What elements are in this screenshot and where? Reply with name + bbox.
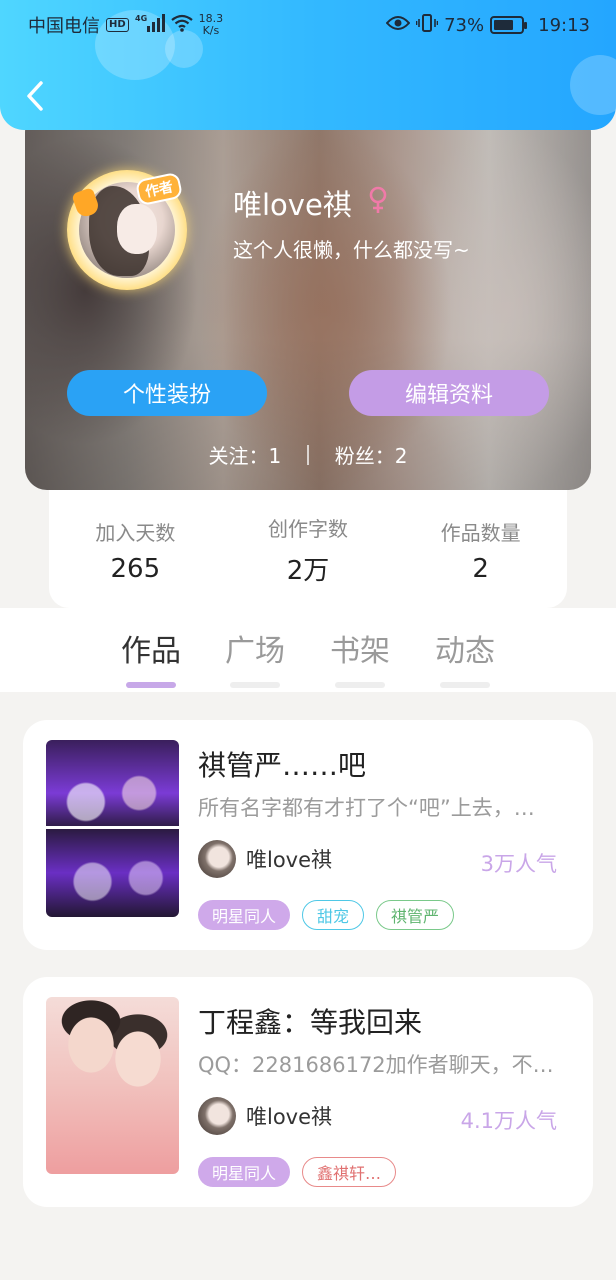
fans-count[interactable]: 粉丝：2 (335, 440, 408, 469)
work-title: 祺管严……吧 (198, 749, 367, 782)
user-name-row: 唯love祺 (233, 182, 388, 224)
stat-value: 2 (472, 553, 489, 584)
battery-icon (490, 16, 528, 34)
tab-moments[interactable]: 动态 (420, 626, 510, 688)
stat-word-count: 创作字数 2万 (238, 513, 378, 587)
tab-label: 动态 (435, 634, 495, 669)
wifi-icon (170, 14, 193, 37)
vibrate-icon (415, 13, 439, 38)
back-button[interactable] (20, 78, 50, 114)
author-avatar (198, 840, 236, 878)
stat-works-count: 作品数量 2 (411, 517, 551, 584)
divider (307, 444, 309, 465)
eye-icon (385, 15, 411, 36)
dress-up-button[interactable]: 个性装扮 (67, 370, 267, 416)
network-speed: 18.3 K/s (198, 12, 224, 37)
author-name: 唯love祺 (246, 848, 333, 872)
tab-indicator (230, 682, 280, 688)
stat-label: 创作字数 (267, 517, 348, 541)
tag[interactable]: 祺管严 (376, 900, 455, 930)
status-bar: 中国电信 HD 4G 18.3 K/s 73% 19:13 (0, 0, 616, 50)
tag[interactable]: 明星同人 (198, 1157, 291, 1187)
author-avatar (198, 1097, 236, 1135)
tab-bar: 作品 广场 书架 动态 (0, 608, 616, 692)
tag[interactable]: 明星同人 (198, 900, 291, 930)
stat-label: 作品数量 (440, 520, 521, 545)
signal-icon: 4G (135, 13, 165, 38)
work-card[interactable]: 丁程鑫：等我回来 QQ：2281686172加作者聊天，不… 唯love祺 4.… (23, 977, 593, 1207)
battery-percent: 73% (444, 14, 485, 36)
tag-list: 明星同人 甜宠 祺管严 (198, 900, 455, 930)
tab-square[interactable]: 广场 (210, 626, 300, 688)
tab-bookshelf[interactable]: 书架 (315, 626, 405, 688)
hd-badge: HD (106, 18, 129, 32)
work-card[interactable]: 祺管严……吧 所有名字都有才打了个“吧”上去，… 唯love祺 3万人气 明星同… (23, 720, 593, 950)
profile-card: 作者 唯love祺 这个人很懒，什么都没写~ 个性装扮 编辑资料 关注：1 粉丝… (25, 110, 591, 490)
tag-list: 明星同人 鑫祺轩… (198, 1157, 397, 1187)
avatar[interactable]: 作者 (67, 170, 187, 290)
stat-value: 2万 (286, 556, 330, 586)
tab-works[interactable]: 作品 (106, 626, 196, 688)
decor-bubble (570, 55, 616, 115)
female-icon (368, 186, 388, 221)
carrier-label: 中国电信 (28, 16, 100, 37)
tag[interactable]: 甜宠 (302, 900, 365, 930)
stat-join-days: 加入天数 265 (65, 517, 205, 584)
author-name: 唯love祺 (246, 1105, 333, 1129)
tab-indicator (126, 682, 176, 688)
following-count[interactable]: 关注：1 (209, 440, 282, 469)
work-description: QQ：2281686172加作者聊天，不… (198, 1053, 554, 1077)
chevron-left-icon (27, 81, 43, 111)
tab-indicator (440, 682, 490, 688)
tab-label: 广场 (225, 634, 285, 669)
tab-label: 作品 (121, 634, 181, 669)
svg-text:4G: 4G (135, 14, 147, 23)
tab-label: 书架 (330, 634, 390, 669)
popularity-count: 3万人气 (480, 852, 557, 876)
stats-card: 加入天数 265 创作字数 2万 作品数量 2 (49, 480, 567, 608)
clock: 19:13 (538, 14, 590, 36)
popularity-count: 4.1万人气 (460, 1109, 557, 1133)
stat-value: 265 (110, 553, 161, 584)
follow-stats: 关注：1 粉丝：2 (25, 440, 591, 469)
edit-profile-button[interactable]: 编辑资料 (349, 370, 549, 416)
tab-indicator (335, 682, 385, 688)
author-row: 唯love祺 (198, 840, 332, 878)
user-bio: 这个人很懒，什么都没写~ (233, 238, 470, 262)
user-name: 唯love祺 (233, 188, 352, 222)
stat-label: 加入天数 (95, 520, 176, 545)
work-cover-image (46, 997, 179, 1174)
work-description: 所有名字都有才打了个“吧”上去，… (198, 796, 535, 820)
work-cover-image (46, 740, 179, 917)
author-row: 唯love祺 (198, 1097, 332, 1135)
tag[interactable]: 鑫祺轩… (302, 1157, 397, 1187)
work-title: 丁程鑫：等我回来 (198, 1006, 423, 1039)
